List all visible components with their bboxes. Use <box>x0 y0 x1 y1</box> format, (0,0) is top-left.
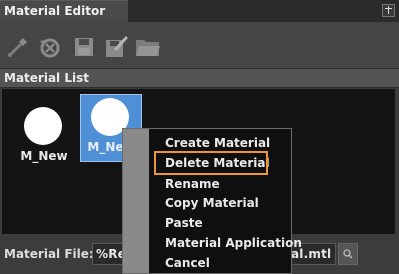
eyedropper-button[interactable] <box>4 34 32 60</box>
browse-file-button[interactable] <box>338 243 358 265</box>
menu-item-rename[interactable]: Rename <box>165 177 220 195</box>
material-preview-sphere <box>24 107 62 145</box>
folder-icon <box>136 40 160 56</box>
material-list-header: Material List <box>0 68 399 88</box>
magnifier-icon <box>343 249 353 259</box>
menu-item-create-material[interactable]: Create Material <box>165 136 270 154</box>
dock-pin-icon[interactable] <box>382 4 395 17</box>
menu-item-material-application[interactable]: Material Application <box>165 236 302 254</box>
save-button[interactable] <box>70 34 98 60</box>
edit-button[interactable] <box>102 34 130 60</box>
open-folder-button[interactable] <box>134 34 162 60</box>
edit-icon <box>106 36 128 57</box>
editor-tab[interactable]: Material Editor <box>0 0 128 22</box>
toolbar <box>0 22 399 68</box>
material-file-label: Material File: <box>4 247 94 261</box>
eyedropper-icon <box>8 38 27 57</box>
material-list-title: Material List <box>4 71 89 85</box>
save-icon <box>75 38 93 56</box>
reset-button[interactable] <box>36 34 64 60</box>
context-menu: Create Material Delete Material Rename C… <box>122 128 302 274</box>
material-item[interactable]: M_New <box>13 103 75 169</box>
menu-item-copy-material[interactable]: Copy Material <box>165 196 259 214</box>
material-item-label: M_New <box>20 149 68 163</box>
menu-item-cancel[interactable]: Cancel <box>165 256 210 274</box>
window-title: Material Editor <box>4 4 106 18</box>
context-menu-gutter <box>123 129 149 273</box>
reset-icon <box>40 38 60 58</box>
menu-item-delete-material[interactable]: Delete Material <box>165 156 270 174</box>
title-bar: Material Editor <box>0 0 399 22</box>
menu-item-paste[interactable]: Paste <box>165 216 203 234</box>
